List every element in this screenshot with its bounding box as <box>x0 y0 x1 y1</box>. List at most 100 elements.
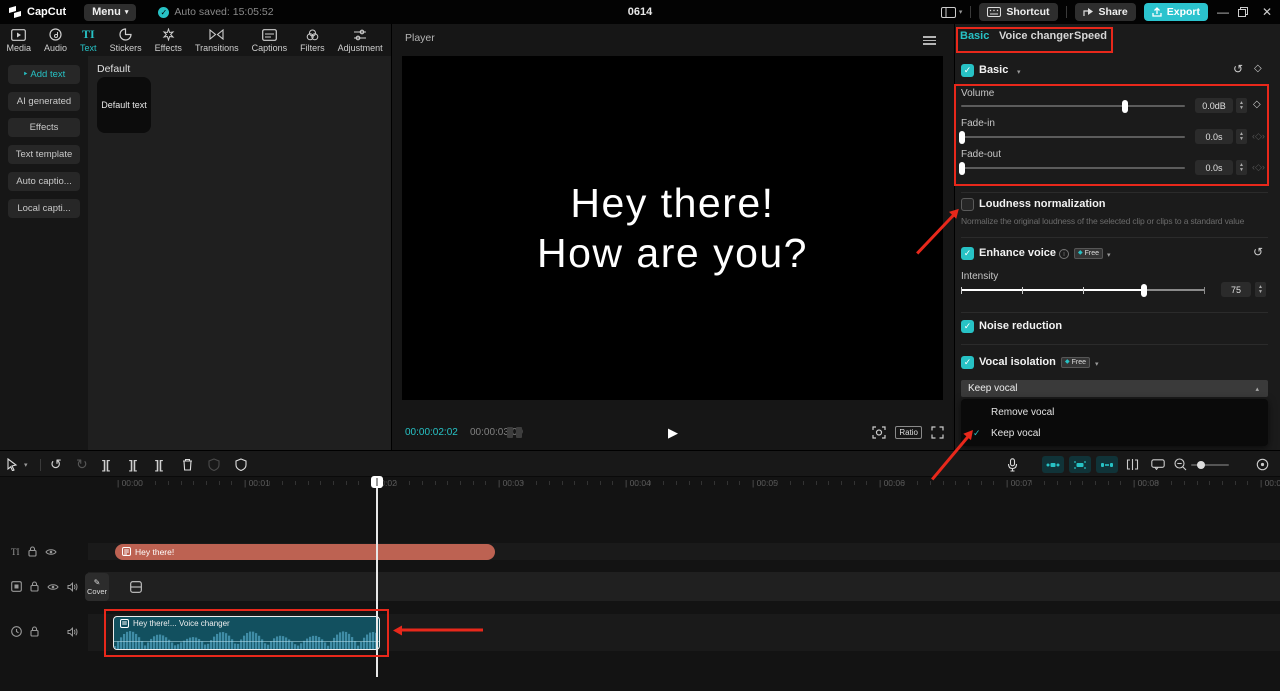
chevron-down-icon: ▾ <box>125 8 129 16</box>
timeline-ruler[interactable]: | 00:00| 00:01| 00:02| 00:03| 00:04| 00:… <box>88 477 1280 491</box>
sidebar-item-text-template[interactable]: Text template <box>8 145 80 164</box>
lock-icon[interactable] <box>30 626 39 637</box>
noise-reduction-checkbox[interactable]: ✓ <box>961 320 974 333</box>
default-text-card[interactable]: Default text <box>97 77 151 133</box>
nav-tab-adjustment[interactable]: Adjustment <box>331 24 389 56</box>
basic-section-label: Basic <box>979 64 1008 76</box>
collapse-caret-icon[interactable]: ▾ <box>1107 251 1111 259</box>
player-menu-icon[interactable] <box>923 34 936 47</box>
eye-icon[interactable] <box>45 548 57 556</box>
info-icon[interactable]: i <box>1059 249 1069 259</box>
reset-icon[interactable]: ↺ <box>1233 62 1243 76</box>
intensity-slider-thumb[interactable] <box>1141 284 1147 297</box>
comment-icon[interactable] <box>1151 451 1165 478</box>
link-clips-toggle[interactable] <box>1096 451 1118 478</box>
layout-panels-icon[interactable]: ▾ <box>941 7 963 18</box>
split-icon[interactable]: ][ <box>102 451 110 478</box>
reset-icon[interactable]: ↺ <box>1253 245 1263 259</box>
split-view-icon[interactable] <box>1126 451 1139 478</box>
speaker-icon[interactable] <box>67 627 78 637</box>
share-icon <box>1083 7 1094 17</box>
video-track-header <box>11 581 78 592</box>
collapse-caret-icon[interactable]: ▾ <box>1017 68 1021 76</box>
redo-icon[interactable]: ↻ <box>76 451 88 478</box>
frame-step-icons[interactable] <box>507 427 522 438</box>
share-button[interactable]: Share <box>1075 3 1136 21</box>
playhead-handle[interactable] <box>371 476 383 488</box>
nav-tab-transitions[interactable]: Transitions <box>188 24 245 56</box>
dropdown-option-keep-vocal[interactable]: ✓Keep vocal <box>961 423 1268 444</box>
lock-icon[interactable] <box>30 581 39 592</box>
intensity-slider[interactable] <box>961 289 1205 291</box>
delete-right-icon[interactable]: ][ <box>155 451 163 478</box>
timeline-zoom-slider[interactable] <box>1191 451 1229 478</box>
eye-icon[interactable] <box>47 583 59 591</box>
zoom-fit-icon[interactable] <box>1256 451 1269 478</box>
sidebar-item-effects[interactable]: Effects <box>8 118 80 137</box>
select-tool-icon[interactable] <box>6 451 18 478</box>
intensity-stepper[interactable]: ▲▼ <box>1255 282 1266 297</box>
play-button[interactable]: ▶ <box>668 425 678 441</box>
sidebar-item-auto-captio[interactable]: Auto captio... <box>8 172 80 191</box>
player-controls: 00:00:02:02 00:00:03:00 ▶ Ratio <box>392 420 954 446</box>
capcut-logo-icon <box>8 6 22 18</box>
close-button[interactable]: ✕ <box>1260 5 1274 19</box>
nav-tab-stickers[interactable]: Stickers <box>103 24 148 56</box>
vocal-isolation-label: Vocal isolation <box>979 356 1056 368</box>
keyframe-diamond-icon[interactable]: ◇ <box>1254 63 1262 74</box>
nav-tab-effects[interactable]: Effects <box>148 24 188 56</box>
undo-icon[interactable]: ↺ <box>50 451 62 478</box>
restore-button[interactable] <box>1238 7 1252 17</box>
audio-icon <box>49 28 62 42</box>
intensity-value[interactable]: 75 <box>1221 282 1251 297</box>
select-tool-caret-icon[interactable]: ▾ <box>24 451 28 478</box>
nav-tab-filters[interactable]: Filters <box>294 24 332 56</box>
video-track-lane[interactable] <box>88 572 1280 601</box>
nav-tab-media[interactable]: Media <box>0 24 38 56</box>
loudness-description: Normalize the original loudness of the s… <box>961 216 1271 226</box>
zoom-out-icon[interactable] <box>1174 451 1187 478</box>
dropdown-option-remove-vocal[interactable]: Remove vocal <box>961 402 1268 423</box>
mirror-icon[interactable] <box>208 451 220 478</box>
nav-tab-captions[interactable]: Captions <box>245 24 294 56</box>
text-clip[interactable]: Hey there! <box>115 544 495 560</box>
transitions-icon <box>209 28 224 42</box>
sidebar-item-ai-generated[interactable]: AI generated <box>8 92 80 111</box>
nav-tab-text[interactable]: TIText <box>74 24 104 56</box>
top-bar: CapCut Menu▾ ✓ Auto saved: 15:05:52 0614… <box>0 0 1280 24</box>
divider <box>961 237 1268 238</box>
media-nav-strip: MediaAudioTITextStickersEffectsTransitio… <box>0 24 392 56</box>
vocal-mode-dropdown[interactable]: Keep vocal ▴ <box>961 380 1268 397</box>
record-voiceover-icon[interactable] <box>1007 451 1018 478</box>
preview-canvas[interactable]: Hey there! How are you? <box>402 56 943 400</box>
fullscreen-icon[interactable] <box>931 426 944 439</box>
delete-left-icon[interactable]: ][ <box>129 451 137 478</box>
text-icon: TI <box>82 28 95 42</box>
speaker-icon[interactable] <box>67 582 78 592</box>
preview-axis-toggle[interactable] <box>1042 451 1064 478</box>
cover-button[interactable]: ✎ Cover <box>85 573 109 601</box>
ratio-button[interactable]: Ratio <box>895 426 922 439</box>
collapse-caret-icon[interactable]: ▾ <box>1095 360 1099 368</box>
lock-icon[interactable] <box>28 546 37 557</box>
preview-quality-icon[interactable] <box>872 426 886 439</box>
auto-snap-toggle[interactable] <box>1069 451 1091 478</box>
autosave-status: ✓ Auto saved: 15:05:52 <box>158 6 273 18</box>
enhance-voice-checkbox[interactable]: ✓ <box>961 247 974 260</box>
menu-button[interactable]: Menu▾ <box>84 4 136 21</box>
basic-section-checkbox[interactable]: ✓ <box>961 64 974 77</box>
annotation-arrow-audio-clip <box>401 629 483 632</box>
text-track-header: TI <box>11 546 57 557</box>
sidebar-item-local-capti[interactable]: Local capti... <box>8 199 80 218</box>
nav-tab-audio[interactable]: Audio <box>38 24 74 56</box>
shortcut-button[interactable]: Shortcut <box>979 3 1057 21</box>
export-button[interactable]: Export <box>1144 3 1208 21</box>
divider <box>970 6 971 18</box>
mask-icon[interactable] <box>235 451 247 478</box>
delete-icon[interactable] <box>182 451 193 478</box>
vocal-isolation-checkbox[interactable]: ✓ <box>961 356 974 369</box>
minimize-button[interactable]: — <box>1216 5 1230 19</box>
sidebar-item-add-text[interactable]: ‣ Add text <box>8 65 80 84</box>
loudness-checkbox[interactable] <box>961 198 974 211</box>
divider <box>1066 6 1067 18</box>
